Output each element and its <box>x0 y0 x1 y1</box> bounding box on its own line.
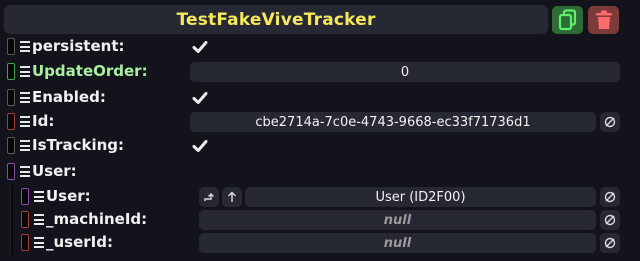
field-label: Id: <box>32 112 55 130</box>
hamburger-icon[interactable] <box>20 63 30 80</box>
field-label: _userId: <box>46 233 113 251</box>
hamburger-icon[interactable] <box>20 113 30 130</box>
field-label: User: <box>32 162 77 180</box>
drag-handle[interactable] <box>7 38 15 55</box>
field-row-enabled: Enabled: <box>0 86 640 110</box>
hamburger-icon[interactable] <box>34 188 44 205</box>
drag-handle[interactable] <box>7 163 15 180</box>
parent-button[interactable] <box>222 187 242 207</box>
field-label: User: <box>46 187 91 205</box>
field-row-user-id: _userId: null <box>0 231 640 255</box>
jump-to-button[interactable] <box>199 187 219 207</box>
trash-icon <box>595 10 612 29</box>
up-arrow-icon <box>228 191 236 202</box>
hamburger-icon[interactable] <box>20 38 30 55</box>
hamburger-icon[interactable] <box>20 137 30 154</box>
delete-button[interactable] <box>588 6 619 34</box>
hamburger-icon[interactable] <box>34 234 44 251</box>
set-null-button[interactable] <box>600 233 620 253</box>
checkmark-icon[interactable] <box>192 39 208 55</box>
field-row-machine-id: _machineId: null <box>0 208 640 232</box>
id-value[interactable]: cbe2714a-7c0e-4743-9668-ec33f71736d1 <box>190 112 596 132</box>
drag-handle[interactable] <box>21 188 29 205</box>
null-icon <box>604 214 616 226</box>
machine-id-value[interactable]: null <box>199 210 596 230</box>
checkmark-icon[interactable] <box>192 138 208 154</box>
field-label: Enabled: <box>32 88 106 106</box>
null-icon <box>604 191 616 203</box>
hamburger-icon[interactable] <box>34 211 44 228</box>
set-null-button[interactable] <box>600 112 620 132</box>
jump-arrow-icon <box>204 193 214 201</box>
field-row-id: Id: cbe2714a-7c0e-4743-9668-ec33f71736d1 <box>0 110 640 134</box>
drag-handle[interactable] <box>21 234 29 251</box>
field-label: _machineId: <box>46 210 148 228</box>
null-icon <box>604 237 616 249</box>
drag-handle[interactable] <box>7 63 15 80</box>
drag-handle[interactable] <box>7 137 15 154</box>
component-title: TestFakeViveTracker <box>176 9 376 30</box>
user-reference-field[interactable]: User (ID2F00) <box>245 187 596 207</box>
hamburger-icon[interactable] <box>20 89 30 106</box>
drag-handle[interactable] <box>7 113 15 130</box>
set-null-button[interactable] <box>600 210 620 230</box>
field-row-user-group: User: <box>0 160 640 184</box>
field-row-user: User: User (ID2F00) <box>0 185 640 209</box>
drag-handle[interactable] <box>7 89 15 106</box>
set-null-button[interactable] <box>600 187 620 207</box>
field-row-update-order: UpdateOrder: 0 <box>0 60 640 84</box>
component-header: TestFakeViveTracker <box>4 5 548 34</box>
checkmark-icon[interactable] <box>192 90 208 106</box>
field-label: UpdateOrder: <box>32 62 148 80</box>
null-icon <box>604 116 616 128</box>
field-row-persistent: persistent: <box>0 35 640 59</box>
duplicate-button[interactable] <box>552 6 583 34</box>
update-order-input[interactable]: 0 <box>190 62 620 82</box>
drag-handle[interactable] <box>21 211 29 228</box>
field-row-is-tracking: IsTracking: <box>0 134 640 158</box>
field-label: IsTracking: <box>32 136 125 154</box>
hamburger-icon[interactable] <box>20 163 30 180</box>
user-id-value[interactable]: null <box>199 233 596 253</box>
field-label: persistent: <box>32 37 125 55</box>
duplicate-icon <box>558 9 576 31</box>
